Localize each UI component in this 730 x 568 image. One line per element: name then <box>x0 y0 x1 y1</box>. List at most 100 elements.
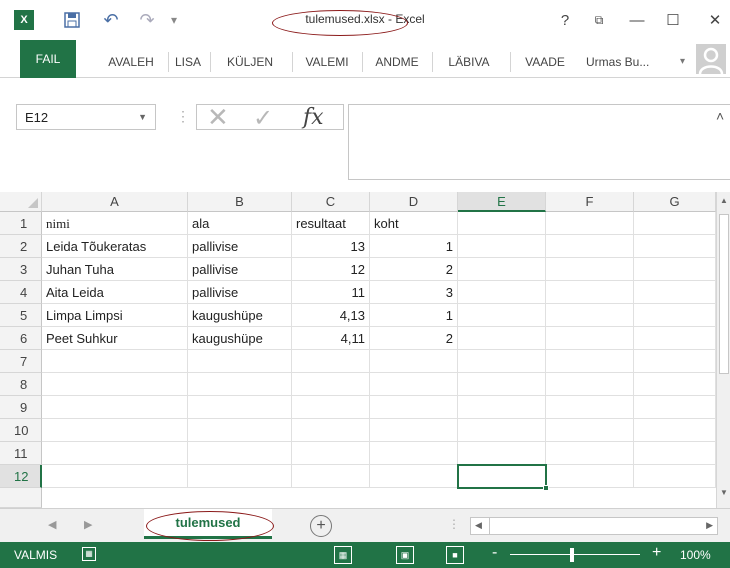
close-button[interactable]: ✕ <box>700 8 730 32</box>
grid-cell[interactable] <box>292 373 370 396</box>
fill-handle[interactable] <box>543 485 549 491</box>
grid-cell[interactable]: pallivise <box>188 258 292 281</box>
column-header-a[interactable]: A <box>42 192 188 212</box>
tab-review[interactable]: LÄBIVA <box>434 50 504 74</box>
tab-file[interactable]: FAIL <box>20 40 76 78</box>
grid-cell[interactable]: Aita Leida <box>42 281 188 304</box>
grid-cell[interactable] <box>42 350 188 373</box>
grid-cell[interactable] <box>292 419 370 442</box>
grid-cell[interactable]: 12 <box>292 258 370 281</box>
scrollbar-thumb[interactable] <box>489 518 490 534</box>
grid-cell[interactable] <box>458 212 546 235</box>
select-all-button[interactable] <box>0 192 42 212</box>
grid-cell[interactable] <box>188 350 292 373</box>
grid-cell[interactable] <box>634 373 716 396</box>
grid-cell[interactable] <box>546 465 634 488</box>
grid-cell[interactable]: koht <box>370 212 458 235</box>
grid-cell[interactable] <box>188 465 292 488</box>
avatar[interactable] <box>696 44 726 74</box>
grid-cell[interactable] <box>458 350 546 373</box>
grid-cell[interactable] <box>458 258 546 281</box>
grid-cell[interactable] <box>458 281 546 304</box>
chevron-down-icon[interactable]: ▼ <box>138 112 147 122</box>
grid-cell[interactable] <box>458 327 546 350</box>
grid-cell[interactable]: pallivise <box>188 235 292 258</box>
grid-cell[interactable]: 1 <box>370 235 458 258</box>
normal-view-icon[interactable]: ▦ <box>334 546 352 564</box>
row-header[interactable]: 4 <box>0 281 42 304</box>
grid-cell[interactable]: 1 <box>370 304 458 327</box>
chevron-down-icon[interactable]: ▾ <box>680 50 685 74</box>
grid-cell[interactable] <box>634 350 716 373</box>
grid-cell[interactable] <box>458 235 546 258</box>
grid-cell[interactable] <box>634 419 716 442</box>
grid-cell[interactable] <box>292 442 370 465</box>
formula-bar[interactable] <box>348 104 730 180</box>
row-header[interactable]: 3 <box>0 258 42 281</box>
tab-view[interactable]: VAADE <box>512 50 578 74</box>
grid-cell[interactable] <box>634 396 716 419</box>
grid-cell[interactable]: kaugushüpe <box>188 327 292 350</box>
row-header[interactable]: 9 <box>0 396 42 419</box>
grid-cell[interactable] <box>546 442 634 465</box>
grid-cell[interactable] <box>370 396 458 419</box>
grid-cell[interactable] <box>546 350 634 373</box>
scroll-down-icon[interactable]: ▼ <box>717 488 730 497</box>
grid-cell[interactable] <box>292 465 370 488</box>
next-sheet-icon[interactable]: ▶ <box>84 518 92 531</box>
row-header[interactable]: 6 <box>0 327 42 350</box>
grid-cell[interactable] <box>370 442 458 465</box>
grid-cell[interactable]: resultaat <box>292 212 370 235</box>
scroll-right-icon[interactable]: ▶ <box>706 520 713 531</box>
grid-cell[interactable] <box>546 419 634 442</box>
page-layout-view-icon[interactable]: ▣ <box>396 546 414 564</box>
grid-cell[interactable] <box>42 465 188 488</box>
zoom-in-button[interactable]: + <box>652 544 661 562</box>
scrollbar-thumb[interactable] <box>719 214 729 374</box>
user-name[interactable]: Urmas Bu... <box>586 50 649 74</box>
grid-cell[interactable] <box>370 465 458 488</box>
cancel-icon[interactable]: ✕ <box>207 102 229 133</box>
grid-cell[interactable] <box>188 442 292 465</box>
grid-cell[interactable]: 3 <box>370 281 458 304</box>
drag-handle-icon[interactable]: ⋮ <box>176 108 190 125</box>
grid-cell[interactable] <box>546 281 634 304</box>
zoom-out-button[interactable]: - <box>492 544 497 562</box>
grid-cell[interactable] <box>42 419 188 442</box>
column-header-g[interactable]: G <box>634 192 716 212</box>
grid-cell[interactable] <box>188 419 292 442</box>
grid-cell[interactable]: ala <box>188 212 292 235</box>
grid-cell[interactable] <box>370 350 458 373</box>
row-header[interactable]: 10 <box>0 419 42 442</box>
vertical-scrollbar[interactable]: ▲ ▼ <box>716 192 730 508</box>
grid-cell[interactable] <box>546 304 634 327</box>
name-box[interactable]: E12 ▼ <box>16 104 156 130</box>
grid-cell[interactable] <box>188 373 292 396</box>
row-header[interactable]: 8 <box>0 373 42 396</box>
grid-cell[interactable] <box>458 304 546 327</box>
row-header[interactable]: 7 <box>0 350 42 373</box>
tab-data[interactable]: ANDME <box>364 50 430 74</box>
grid-cell[interactable]: Juhan Tuha <box>42 258 188 281</box>
grid-cell[interactable] <box>42 396 188 419</box>
grid-cell[interactable]: 11 <box>292 281 370 304</box>
column-header-b[interactable]: B <box>188 192 292 212</box>
grid-cell[interactable] <box>370 373 458 396</box>
tab-home[interactable]: AVALEH <box>98 50 164 74</box>
grid-cell[interactable]: nimi <box>42 212 188 235</box>
zoom-slider-thumb[interactable] <box>570 548 574 562</box>
zoom-level[interactable]: 100% <box>680 548 711 562</box>
row-header[interactable]: 2 <box>0 235 42 258</box>
scroll-up-icon[interactable]: ▲ <box>717 196 730 205</box>
collapse-formula-bar-icon[interactable]: ˄ <box>716 108 724 124</box>
grid-cell[interactable] <box>546 396 634 419</box>
column-header-e[interactable]: E <box>458 192 546 212</box>
column-header-c[interactable]: C <box>292 192 370 212</box>
page-break-view-icon[interactable]: ■ <box>446 546 464 564</box>
horizontal-scrollbar[interactable]: ◀ ▶ <box>470 517 718 535</box>
zoom-slider[interactable] <box>510 554 640 555</box>
help-button[interactable]: ? <box>550 8 580 32</box>
tab-page-layout[interactable]: KÜLJEN <box>212 50 288 74</box>
row-header[interactable]: 12 <box>0 465 42 488</box>
grid-cell[interactable]: 13 <box>292 235 370 258</box>
